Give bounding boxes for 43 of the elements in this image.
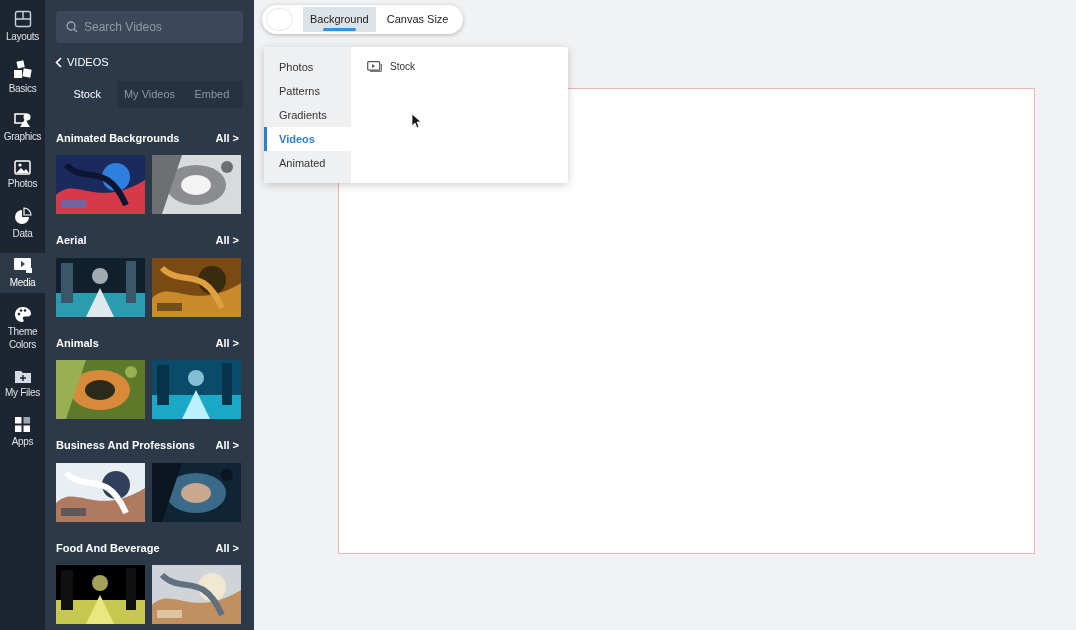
section-title: Aerial — [56, 233, 87, 248]
section-title: Food And Beverage — [56, 540, 160, 556]
sidebar-item[interactable]: Data — [0, 203, 45, 244]
see-all-link[interactable]: All > — [215, 232, 243, 249]
menu-item[interactable]: Gradients — [264, 103, 351, 127]
chevron-left-icon — [55, 56, 62, 68]
see-all-link[interactable]: All > — [215, 539, 243, 556]
layout-icon — [13, 10, 32, 28]
letter-blocks-icon — [12, 60, 33, 80]
sidebar-item[interactable]: Media — [0, 253, 45, 293]
menu-item[interactable]: Animated — [264, 151, 351, 175]
palette-icon — [13, 306, 32, 323]
pie-chart-icon — [13, 207, 32, 225]
video-icon — [367, 61, 382, 72]
see-all-link[interactable]: All > — [215, 129, 243, 146]
sidebar-item[interactable]: Basics — [0, 56, 45, 99]
see-all-link[interactable]: All > — [215, 334, 243, 351]
menu-option[interactable]: Stock — [367, 59, 415, 74]
section-title: Animals — [56, 335, 99, 351]
source-tab[interactable]: Stock — [56, 80, 119, 108]
sidebar-item[interactable]: Photos — [0, 156, 45, 194]
shapes-icon — [13, 112, 32, 128]
back-link[interactable]: VIDEOS — [55, 54, 109, 71]
search-field[interactable]: Search Videos — [56, 11, 243, 43]
color-swatch[interactable] — [266, 8, 293, 31]
menu-item[interactable]: Videos — [264, 127, 351, 151]
sidebar-item[interactable]: Layouts — [0, 6, 45, 47]
menu-item[interactable]: Patterns — [264, 79, 351, 103]
sidebar-item[interactable]: Graphics — [0, 108, 45, 147]
sidebar-item[interactable]: Theme Colors — [0, 302, 45, 355]
cursor-icon — [411, 112, 421, 129]
toolbar-tab[interactable]: Canvas Size — [379, 7, 456, 32]
toolbar-tab[interactable]: Background — [303, 7, 376, 32]
sidebar-item[interactable]: My Files — [0, 364, 45, 403]
section-title: Business And Professions — [56, 438, 195, 453]
apps-grid-icon — [14, 416, 31, 433]
section-title: Animated Backgrounds — [56, 130, 180, 146]
image-icon — [14, 160, 31, 175]
see-all-link[interactable]: All > — [215, 437, 243, 454]
sidebar-item[interactable]: Apps — [0, 412, 45, 452]
menu-item[interactable]: Photos — [264, 55, 351, 79]
video-icon — [12, 257, 33, 274]
folder-plus-icon — [13, 368, 32, 384]
